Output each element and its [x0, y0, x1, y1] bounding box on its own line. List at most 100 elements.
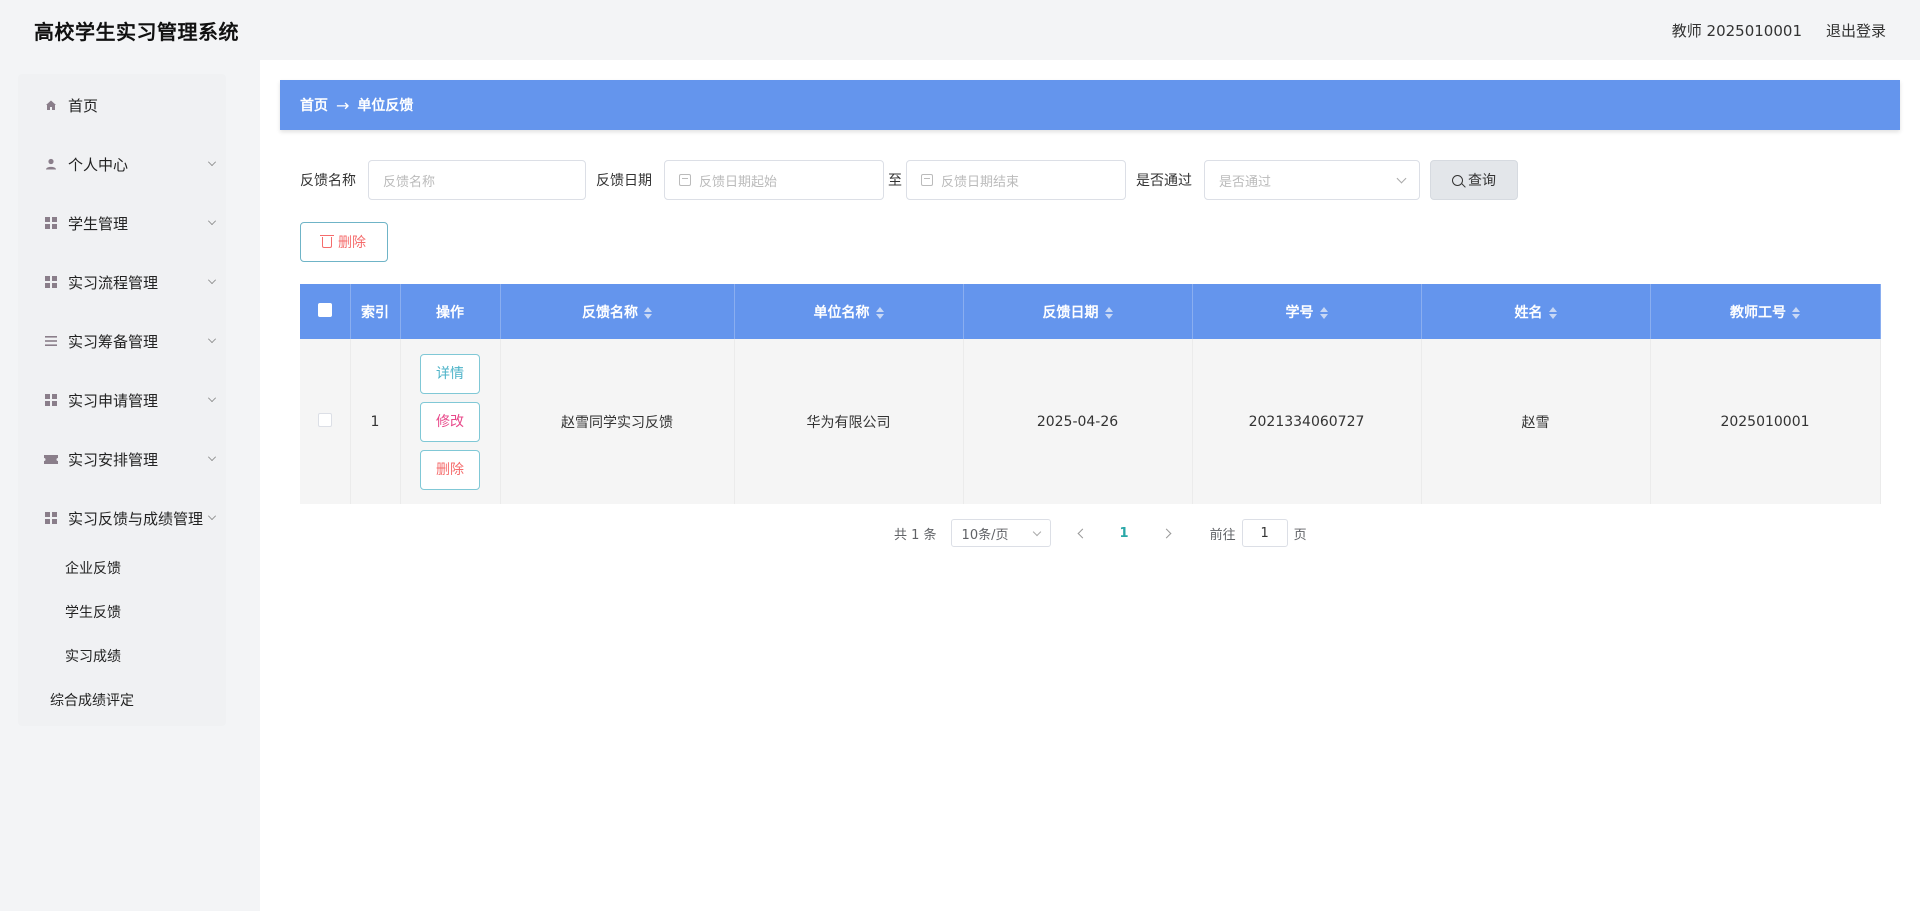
select-all-checkbox[interactable] — [317, 302, 332, 317]
column-header-feedback-name[interactable]: 反馈名称 — [500, 284, 735, 339]
grid-icon — [44, 275, 58, 289]
pagination-total: 共 1 条 — [894, 527, 937, 543]
feedback-name-label: 反馈名称 — [300, 173, 356, 189]
row-delete-button[interactable]: 删除 — [420, 449, 480, 490]
column-header-student-id[interactable]: 学号 — [1192, 284, 1422, 339]
query-button[interactable]: 查询 — [1430, 160, 1518, 200]
feedback-table: 索引 操作 反馈名称 单位名称 反馈日期 学号 姓名 教师工号 1 详情 修改 … — [300, 284, 1881, 504]
breadcrumb-current: 单位反馈 — [357, 98, 414, 114]
sidebar-item-label: 实习反馈与成绩管理 — [68, 509, 204, 528]
column-header-label: 姓名 — [1514, 304, 1543, 321]
chevron-down-icon — [208, 394, 216, 402]
feedback-name-placeholder: 反馈名称 — [383, 174, 436, 190]
sidebar-item-preparation-management[interactable]: 实习筹备管理 — [18, 321, 226, 361]
grid-icon — [44, 216, 58, 230]
chevron-down-icon — [208, 158, 216, 166]
feedback-name-input[interactable]: 反馈名称 — [368, 160, 586, 200]
column-header-date[interactable]: 反馈日期 — [963, 284, 1193, 339]
page-size-value: 10条/页 — [961, 527, 1009, 543]
sidebar-item-label: 个人中心 — [68, 155, 129, 174]
sort-icon[interactable] — [1548, 306, 1557, 319]
sidebar-item-label: 首页 — [68, 96, 99, 115]
chevron-down-icon — [1396, 173, 1407, 184]
bulk-delete-label: 删除 — [338, 235, 366, 251]
sidebar-item-student-management[interactable]: 学生管理 — [18, 203, 226, 243]
date-start-placeholder: 反馈日期起始 — [699, 174, 778, 190]
sidebar-area: 首页 个人中心 学生管理 实习流程管理 实习筹备管理 实习申请管理 实习安排管理… — [0, 60, 260, 911]
table-header-row: 索引 操作 反馈名称 单位名称 反馈日期 学号 姓名 教师工号 — [300, 284, 1881, 339]
pass-select-placeholder: 是否通过 — [1219, 174, 1272, 190]
search-icon — [1452, 174, 1463, 186]
pass-select[interactable]: 是否通过 — [1204, 160, 1420, 200]
column-header-teacher-id[interactable]: 教师工号 — [1650, 284, 1881, 339]
sidebar-subitem-student-feedback[interactable]: 学生反馈 — [18, 594, 226, 630]
user-icon — [44, 157, 58, 171]
row-select-cell — [300, 339, 351, 504]
edit-button[interactable]: 修改 — [420, 401, 480, 442]
calendar-icon — [679, 174, 691, 186]
sidebar-subitem-company-feedback[interactable]: 企业反馈 — [18, 550, 226, 586]
date-to-label: 至 — [888, 173, 902, 189]
select-all-header[interactable] — [300, 284, 351, 339]
bulk-delete-button[interactable]: 删除 — [300, 222, 388, 262]
goto-label: 前往 — [1209, 527, 1236, 543]
sort-icon[interactable] — [1319, 306, 1328, 319]
row-checkbox[interactable] — [317, 412, 332, 427]
sort-icon[interactable] — [1792, 306, 1800, 319]
app-title: 高校学生实习管理系统 — [34, 19, 239, 44]
chevron-down-icon — [1032, 527, 1041, 536]
detail-button[interactable]: 详情 — [420, 353, 480, 394]
header-user-area: 教师 2025010001 退出登录 — [1672, 20, 1886, 41]
column-header-label: 单位名称 — [813, 304, 870, 321]
next-page-icon[interactable] — [1161, 528, 1172, 538]
grid-icon — [44, 511, 58, 525]
date-start-input[interactable]: 反馈日期起始 — [664, 160, 884, 200]
chevron-down-icon — [208, 276, 216, 284]
page-unit-label: 页 — [1293, 527, 1307, 543]
list-icon — [44, 334, 58, 348]
cell-feedback-name: 赵雪同学实习反馈 — [500, 339, 735, 504]
sidebar-item-label: 实习流程管理 — [68, 273, 159, 292]
sidebar-item-home[interactable]: 首页 — [18, 85, 226, 125]
sidebar-item-comprehensive-grading[interactable]: 综合成绩评定 — [18, 682, 226, 718]
column-header-label: 反馈名称 — [582, 304, 638, 321]
ticket-icon — [44, 452, 58, 466]
sort-icon[interactable] — [875, 306, 884, 319]
cell-student-id: 2021334060727 — [1192, 339, 1422, 504]
user-label: 教师 2025010001 — [1671, 21, 1802, 40]
sidebar-item-personal-center[interactable]: 个人中心 — [18, 144, 226, 184]
sidebar-item-label: 实习安排管理 — [68, 450, 159, 469]
column-header-label: 反馈日期 — [1042, 304, 1099, 321]
sidebar-item-label: 实习申请管理 — [68, 391, 159, 410]
sidebar-item-feedback-grades-management[interactable]: 实习反馈与成绩管理 — [18, 498, 226, 538]
sort-icon[interactable] — [1104, 306, 1113, 319]
breadcrumb-arrow: → — [336, 95, 350, 115]
sidebar-item-application-management[interactable]: 实习申请管理 — [18, 380, 226, 420]
column-header-company[interactable]: 单位名称 — [734, 284, 964, 339]
logout-link[interactable]: 退出登录 — [1826, 20, 1886, 41]
page-number-current[interactable]: 1 — [1120, 526, 1129, 541]
sidebar-item-process-management[interactable]: 实习流程管理 — [18, 262, 226, 302]
column-header-name[interactable]: 姓名 — [1421, 284, 1651, 339]
sidebar-item-arrangement-management[interactable]: 实习安排管理 — [18, 439, 226, 479]
cell-company: 华为有限公司 — [734, 339, 964, 504]
column-header-actions: 操作 — [400, 284, 501, 339]
chevron-down-icon — [208, 512, 216, 520]
breadcrumb-home[interactable]: 首页 — [300, 95, 328, 115]
prev-page-icon[interactable] — [1077, 528, 1087, 538]
cell-index: 1 — [350, 339, 401, 504]
grid-icon — [44, 393, 58, 407]
sidebar-item-label: 实习筹备管理 — [68, 332, 159, 351]
pass-label: 是否通过 — [1136, 173, 1192, 189]
breadcrumb: 首页 → 单位反馈 — [280, 80, 1900, 130]
goto-page-input[interactable]: 1 — [1241, 519, 1288, 547]
page-size-select[interactable]: 10条/页 — [950, 519, 1051, 547]
sort-icon[interactable] — [644, 306, 652, 319]
filter-bar: 反馈名称 反馈名称 反馈日期 反馈日期起始 至 反馈日期结束 是否通过 是否通过… — [300, 160, 1518, 200]
sidebar-item-label: 学生管理 — [68, 214, 129, 233]
sidebar-subitem-internship-grades[interactable]: 实习成绩 — [18, 638, 226, 674]
date-end-input[interactable]: 反馈日期结束 — [906, 160, 1126, 200]
feedback-date-label: 反馈日期 — [596, 173, 652, 189]
calendar-icon — [921, 174, 933, 186]
main-content: 首页 → 单位反馈 反馈名称 反馈名称 反馈日期 反馈日期起始 至 反馈日期结束… — [260, 60, 1920, 911]
